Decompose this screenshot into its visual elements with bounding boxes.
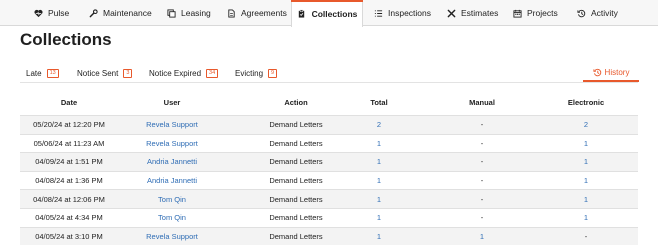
tab-maintenance[interactable]: Maintenance — [88, 0, 152, 26]
date-cell: 05/20/24 at 12:20 PM — [33, 120, 105, 130]
tab-label: Projects — [527, 8, 558, 18]
subtab-evicting[interactable]: Evicting 9 — [235, 67, 278, 79]
subtab-notice-expired[interactable]: Notice Expired 34 — [149, 67, 219, 79]
calendar-icon — [512, 8, 522, 18]
tab-collections[interactable]: Collections — [291, 0, 363, 27]
tab-label: Pulse — [48, 8, 70, 18]
electronic-link[interactable]: 1 — [516, 190, 656, 208]
tab-projects[interactable]: Projects — [512, 0, 558, 26]
tab-leasing[interactable]: Leasing — [166, 0, 211, 26]
column-header-date[interactable]: Date — [20, 90, 118, 115]
copy-icon — [166, 8, 176, 18]
tab-label: Inspections — [388, 8, 431, 18]
tab-estimates[interactable]: Estimates — [446, 0, 498, 26]
tab-label: Collections — [311, 8, 358, 19]
electronic-cell: - — [584, 231, 588, 241]
history-table: Date User Action Total Manual Electronic… — [20, 90, 638, 246]
user-link[interactable]: Andria Jannetti — [120, 172, 224, 190]
user-link[interactable]: Tom Qin — [120, 209, 224, 227]
table-row: 04/05/24 at 3:10 PM Revela Support Deman… — [20, 226, 638, 246]
table-row: 04/09/24 at 1:51 PM Andria Jannetti Dema… — [20, 152, 638, 171]
tab-label: Maintenance — [103, 8, 152, 18]
column-header-electronic[interactable]: Electronic — [516, 90, 656, 115]
divider — [20, 82, 638, 83]
count-badge: 3 — [123, 68, 133, 78]
date-cell: 04/05/24 at 3:10 PM — [35, 231, 103, 241]
date-cell: 05/06/24 at 11:23 AM — [33, 138, 105, 148]
user-link[interactable]: Revela Support — [120, 116, 224, 134]
tools-icon — [446, 8, 456, 18]
column-header-user[interactable]: User — [120, 90, 224, 115]
count-badge: 13 — [46, 68, 59, 78]
table-row: 04/05/24 at 4:34 PM Tom Qin Demand Lette… — [20, 207, 638, 227]
clipboard-icon — [297, 9, 307, 19]
heart-pulse-icon — [33, 8, 43, 18]
electronic-link[interactable]: 2 — [516, 116, 656, 134]
tab-agreements[interactable]: Agreements — [226, 0, 287, 26]
date-cell: 04/08/24 at 1:36 PM — [35, 176, 103, 186]
history-icon — [592, 68, 602, 77]
history-icon — [576, 8, 586, 18]
wrench-icon — [88, 8, 98, 18]
user-link[interactable]: Tom Qin — [120, 190, 224, 208]
date-cell: 04/05/24 at 4:34 PM — [35, 213, 103, 223]
subtab-label: Evicting — [235, 68, 264, 78]
date-cell: 04/08/24 at 12:06 PM — [33, 194, 105, 204]
user-link[interactable]: Revela Support — [120, 135, 224, 153]
tab-label: Activity — [591, 8, 618, 18]
tab-label: Leasing — [181, 8, 211, 18]
tab-activity[interactable]: Activity — [576, 0, 618, 26]
user-link[interactable]: Revela Support — [120, 228, 224, 246]
subtab-label: History — [604, 68, 630, 77]
tab-pulse[interactable]: Pulse — [33, 0, 69, 26]
electronic-link[interactable]: 1 — [516, 172, 656, 190]
tab-inspections[interactable]: Inspections — [373, 0, 431, 26]
electronic-link[interactable]: 1 — [516, 209, 656, 227]
table-row: 04/08/24 at 12:06 PM Tom Qin Demand Lett… — [20, 189, 638, 208]
table-row: 05/20/24 at 12:20 PM Revela Support Dema… — [20, 115, 638, 134]
document-icon — [226, 8, 236, 18]
table-row: 05/06/24 at 11:23 AM Revela Support Dema… — [20, 133, 638, 153]
subtab-notice-sent[interactable]: Notice Sent 3 — [77, 67, 133, 79]
table-row: 04/08/24 at 1:36 PM Andria Jannetti Dema… — [20, 170, 638, 190]
tab-label: Agreements — [241, 8, 287, 18]
count-badge: 34 — [206, 68, 219, 78]
table-header: Date User Action Total Manual Electronic — [20, 90, 638, 115]
count-badge: 9 — [268, 68, 278, 78]
tab-label: Estimates — [461, 8, 499, 18]
page-title: Collections — [20, 30, 112, 49]
user-link[interactable]: Andria Jannetti — [120, 153, 224, 171]
subtab-label: Notice Sent — [77, 68, 119, 78]
subtab-history[interactable]: History — [583, 63, 639, 82]
date-cell: 04/09/24 at 1:51 PM — [35, 157, 103, 167]
electronic-link[interactable]: 1 — [516, 135, 656, 153]
checklist-icon — [373, 8, 383, 18]
electronic-link[interactable]: 1 — [516, 153, 656, 171]
subtab-label: Notice Expired — [149, 68, 202, 78]
top-nav: Pulse Maintenance Leasing Agreements Col… — [0, 0, 658, 27]
subtab-late[interactable]: Late 13 — [26, 67, 59, 79]
subtab-label: Late — [26, 68, 42, 78]
